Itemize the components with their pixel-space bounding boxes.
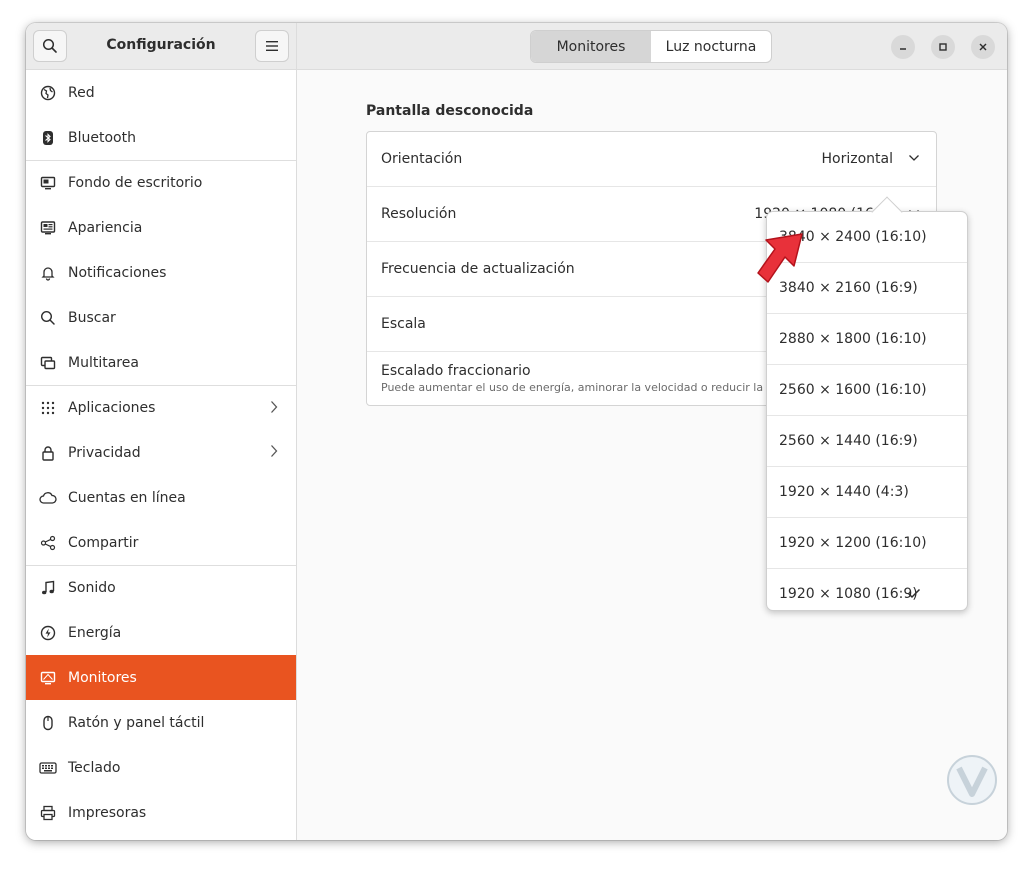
cloud-icon: [39, 489, 57, 507]
sidebar-item-cuentas[interactable]: Cuentas en línea: [26, 475, 296, 520]
resolution-option[interactable]: 2560 × 1600 (16:10): [767, 365, 967, 416]
printer-icon: [39, 804, 57, 822]
music-note-icon: [39, 579, 57, 597]
sidebar: Configuración Red Bluetooth Fondo de esc…: [26, 23, 297, 840]
multitask-icon: [39, 354, 57, 372]
resolution-label: Resolución: [381, 206, 457, 222]
bluetooth-icon: [39, 129, 57, 147]
sidebar-item-fondo[interactable]: Fondo de escritorio: [26, 160, 296, 205]
tab-monitores[interactable]: Monitores: [531, 31, 651, 62]
sidebar-item-label: Impresoras: [68, 804, 147, 821]
apps-grid-icon: [39, 399, 57, 417]
resolution-option-selected[interactable]: 1920 × 1080 (16:9): [767, 569, 967, 610]
sidebar-item-label: Apariencia: [68, 219, 143, 236]
sidebar-item-label: Compartir: [68, 534, 139, 551]
mouse-icon: [39, 714, 57, 732]
sidebar-item-privacidad[interactable]: Privacidad: [26, 430, 296, 475]
share-icon: [39, 534, 57, 552]
sidebar-item-label: Ratón y panel táctil: [68, 714, 205, 731]
tab-luz-nocturna[interactable]: Luz nocturna: [651, 31, 771, 62]
sidebar-item-red[interactable]: Red: [26, 70, 296, 115]
orientation-value: Horizontal: [821, 151, 893, 167]
orientation-row[interactable]: Orientación Horizontal: [367, 132, 936, 187]
minimize-button[interactable]: [891, 35, 915, 59]
sidebar-item-label: Energía: [68, 624, 122, 641]
sidebar-item-label: Buscar: [68, 309, 116, 326]
desktop-wallpaper-icon: [39, 174, 57, 192]
sidebar-item-label: Cuentas en línea: [68, 489, 186, 506]
sidebar-item-energia[interactable]: Energía: [26, 610, 296, 655]
minimize-icon: [900, 48, 906, 50]
sidebar-item-label: Red: [68, 84, 95, 101]
bell-icon: [39, 264, 57, 282]
sidebar-item-label: Monitores: [68, 669, 137, 686]
sidebar-item-impresoras[interactable]: Impresoras: [26, 790, 296, 835]
refresh-rate-label: Frecuencia de actualización: [381, 261, 575, 277]
search-icon: [39, 309, 57, 327]
fractional-scaling-label: Escalado fraccionario: [381, 363, 531, 379]
close-icon: [979, 43, 987, 51]
sidebar-item-label: Notificaciones: [68, 264, 167, 281]
scale-label: Escala: [381, 316, 426, 332]
fractional-scaling-description: Puede aumentar el uso de energía, aminor…: [381, 381, 804, 394]
sidebar-item-sonido[interactable]: Sonido: [26, 565, 296, 610]
sidebar-item-label: Privacidad: [68, 444, 141, 461]
sidebar-item-label: Aplicaciones: [68, 400, 156, 416]
sidebar-item-label: Bluetooth: [68, 129, 136, 146]
power-icon: [39, 624, 57, 642]
display-section-title: Pantalla desconocida: [366, 103, 534, 119]
header-bar: Monitores Luz nocturna: [297, 23, 1007, 70]
sidebar-item-notificaciones[interactable]: Notificaciones: [26, 250, 296, 295]
sidebar-item-multitarea[interactable]: Multitarea: [26, 340, 296, 385]
view-switcher: Monitores Luz nocturna: [530, 30, 772, 63]
appearance-icon: [39, 219, 57, 237]
watermark-logo-icon: [947, 755, 997, 805]
keyboard-icon: [39, 759, 57, 777]
orientation-label: Orientación: [381, 151, 463, 167]
close-button[interactable]: [971, 35, 995, 59]
chevron-down-icon: [909, 155, 919, 161]
sidebar-item-apariencia[interactable]: Apariencia: [26, 205, 296, 250]
sidebar-item-bluetooth[interactable]: Bluetooth: [26, 115, 296, 160]
lock-icon: [39, 444, 57, 462]
sidebar-item-raton[interactable]: Ratón y panel táctil: [26, 700, 296, 745]
hamburger-menu-icon: [266, 41, 278, 51]
chevron-right-icon: [271, 401, 278, 413]
sidebar-item-label: Multitarea: [68, 354, 139, 371]
sidebar-item-label: Sonido: [68, 580, 116, 596]
sidebar-item-label: Fondo de escritorio: [68, 175, 203, 191]
resolution-option[interactable]: 1920 × 1440 (4:3): [767, 467, 967, 518]
globe-icon: [39, 84, 57, 102]
maximize-icon: [939, 43, 947, 51]
main-menu-button[interactable]: [255, 30, 289, 62]
sidebar-header: Configuración: [26, 23, 296, 70]
sidebar-item-buscar[interactable]: Buscar: [26, 295, 296, 340]
resolution-option-label: 1920 × 1080 (16:9): [779, 586, 918, 602]
resolution-option[interactable]: 2880 × 1800 (16:10): [767, 314, 967, 365]
checkmark-icon: [907, 588, 921, 599]
sidebar-item-monitores[interactable]: Monitores: [26, 655, 296, 700]
annotation-arrow-icon: [757, 233, 803, 283]
monitor-icon: [39, 669, 57, 687]
sidebar-item-teclado[interactable]: Teclado: [26, 745, 296, 790]
sidebar-item-aplicaciones[interactable]: Aplicaciones: [26, 385, 296, 430]
sidebar-item-label: Teclado: [68, 759, 121, 776]
resolution-option[interactable]: 1920 × 1200 (16:10): [767, 518, 967, 569]
maximize-button[interactable]: [931, 35, 955, 59]
resolution-option[interactable]: 2560 × 1440 (16:9): [767, 416, 967, 467]
chevron-right-icon: [271, 445, 278, 457]
sidebar-item-compartir[interactable]: Compartir: [26, 520, 296, 565]
